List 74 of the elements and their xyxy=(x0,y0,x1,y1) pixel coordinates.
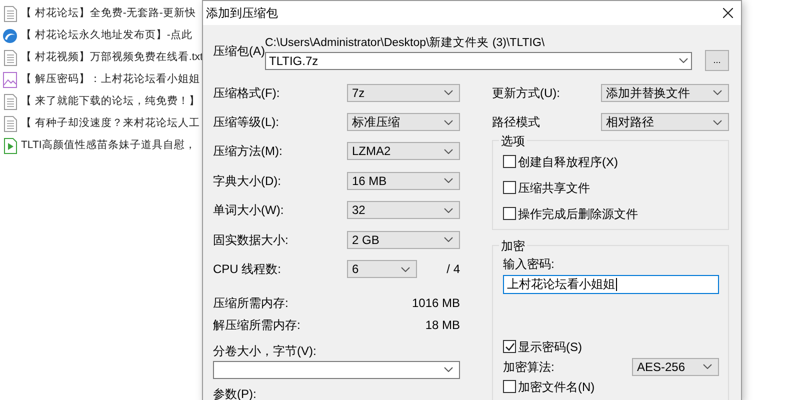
window-title: 添加到压缩包 xyxy=(206,5,278,22)
field-label: 字典大小(D): xyxy=(213,172,282,190)
file-name[interactable]: 【 村花视频】万部视频免费在线看.txt xyxy=(21,50,203,66)
file-name[interactable]: 【 村花论坛】全免费-无套路-更新快 xyxy=(21,6,196,22)
video-file-icon xyxy=(4,138,16,154)
memory-value: 1016 MB xyxy=(412,294,460,312)
chevron-down-icon[interactable] xyxy=(444,237,453,242)
browse-button[interactable]: ... xyxy=(705,50,729,71)
memory-value: 18 MB xyxy=(425,316,460,334)
dropdown[interactable]: 相对路径 xyxy=(601,113,729,132)
volume-size-field[interactable] xyxy=(213,360,460,379)
archive-name-field[interactable]: TLTIG.7z xyxy=(265,52,692,70)
chevron-down-icon[interactable] xyxy=(444,120,453,125)
field-label: CPU 线程数: xyxy=(213,261,282,278)
field-label: 输入密码: xyxy=(503,256,556,272)
field-label: 路径模式 xyxy=(492,114,541,132)
field-label: 分卷大小，字节(V): xyxy=(213,342,318,360)
chevron-down-icon[interactable] xyxy=(713,90,722,96)
dropdown[interactable]: 添加并替换文件 xyxy=(601,84,729,102)
option-label: 加密文件名(N) xyxy=(518,378,595,396)
chevron-down-icon[interactable] xyxy=(444,178,453,184)
option-label: 创建自释放程序(X) xyxy=(518,154,618,171)
option-label: 压缩共享文件 xyxy=(518,180,590,197)
group-title: 加密 xyxy=(499,238,527,254)
checkbox[interactable] xyxy=(503,380,516,394)
file-name[interactable]: 【 村花论坛永久地址发布页】-点此 xyxy=(21,28,192,44)
field-label: 加密算法: xyxy=(503,358,554,376)
file-name[interactable]: 【 解压密码】：上村花论坛看小姐姐 xyxy=(21,72,200,88)
file-name[interactable]: 【 有种子却没速度？来村花论坛人工 xyxy=(21,116,200,132)
archive-path: C:\Users\Administrator\Desktop\新建文件夹 (3)\TLTIG\ xyxy=(265,36,546,50)
chevron-down-icon[interactable] xyxy=(444,90,453,96)
password-field[interactable]: 上村花论坛看小姐姐 xyxy=(503,274,719,294)
chevron-down-icon[interactable] xyxy=(679,58,688,63)
field-label: 压缩方法(M): xyxy=(213,143,284,160)
file-name[interactable]: 【 来了就能下载的论坛，纯免费！】 xyxy=(21,94,200,110)
document-icon xyxy=(4,6,16,22)
dropdown[interactable]: 7z xyxy=(347,84,460,102)
option-label: 显示密码(S) xyxy=(518,338,582,356)
chevron-down-icon[interactable] xyxy=(713,120,722,125)
checkbox[interactable] xyxy=(503,155,516,168)
checkbox[interactable] xyxy=(503,340,516,354)
document-icon xyxy=(4,94,16,110)
field-label: 固实数据大小: xyxy=(213,232,290,249)
option-label: 操作完成后删除源文件 xyxy=(518,206,638,223)
thread-count: / 4 xyxy=(446,261,460,278)
field-label: 压缩所需内存: xyxy=(213,294,288,312)
archive-label: 压缩包(A) xyxy=(213,43,265,60)
chevron-down-icon[interactable] xyxy=(703,364,712,370)
field-label: 压缩格式(F): xyxy=(213,84,281,102)
globe-icon xyxy=(2,28,18,44)
chevron-down-icon[interactable] xyxy=(444,367,453,372)
close-icon[interactable] xyxy=(723,8,733,18)
dropdown[interactable]: 6 xyxy=(347,260,417,278)
dropdown[interactable]: 32 xyxy=(347,201,460,220)
chevron-down-icon[interactable] xyxy=(444,208,453,213)
document-icon xyxy=(4,116,16,132)
field-label: 更新方式(U): xyxy=(492,84,561,102)
field-label: 单词大小(W): xyxy=(213,202,285,220)
dropdown[interactable]: LZMA2 xyxy=(347,142,460,160)
field-label: 解压缩所需内存: xyxy=(213,316,300,334)
chevron-down-icon[interactable] xyxy=(444,148,453,154)
field-label: 参数(P): xyxy=(213,386,258,400)
field-label: 压缩等级(L): xyxy=(213,114,280,132)
chevron-down-icon[interactable] xyxy=(401,266,410,272)
document-icon xyxy=(4,50,16,66)
checkbox[interactable] xyxy=(503,207,516,220)
image-file-icon xyxy=(3,72,17,88)
file-name[interactable]: TLTI高颜值性感苗条妹子道具自慰， xyxy=(21,138,196,154)
dropdown[interactable]: AES-256 xyxy=(632,358,719,376)
dropdown[interactable]: 16 MB xyxy=(347,172,460,190)
checkbox[interactable] xyxy=(503,181,516,194)
group-title: 选项 xyxy=(499,132,527,149)
dropdown[interactable]: 2 GB xyxy=(347,230,460,249)
dropdown[interactable]: 标准压缩 xyxy=(347,113,460,132)
